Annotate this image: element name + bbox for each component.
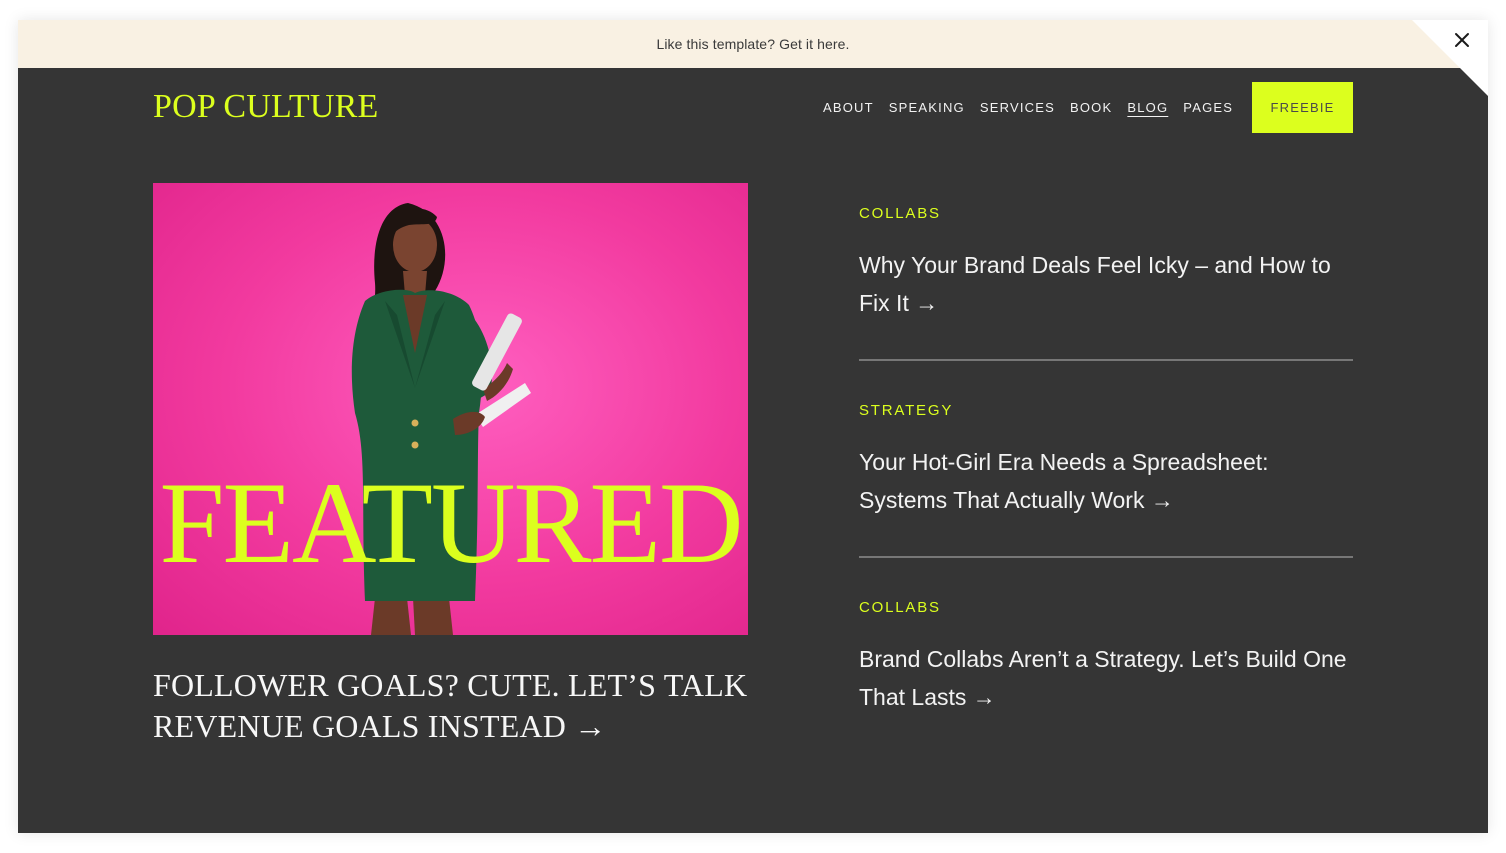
- main-nav: ABOUT SPEAKING SERVICES BOOK BLOG PAGES: [823, 100, 1233, 115]
- featured-image[interactable]: FEATURED: [153, 183, 748, 635]
- featured-overlay-word: FEATURED: [159, 459, 743, 588]
- nav-item-services[interactable]: SERVICES: [980, 100, 1055, 115]
- post-title[interactable]: Brand Collabs Aren’t a Strategy. Let’s B…: [859, 640, 1353, 716]
- freebie-button[interactable]: FREEBIE: [1252, 82, 1353, 133]
- post-category[interactable]: STRATEGY: [859, 402, 1353, 419]
- post-item: STRATEGY Your Hot-Girl Era Needs a Sprea…: [859, 402, 1353, 519]
- post-title[interactable]: Why Your Brand Deals Feel Icky – and How…: [859, 246, 1353, 322]
- post-divider: [859, 359, 1353, 361]
- nav-item-speaking[interactable]: SPEAKING: [889, 100, 965, 115]
- announcement-bar: Like this template? Get it here.: [18, 20, 1488, 68]
- post-category[interactable]: COLLABS: [859, 205, 1353, 222]
- post-divider: [859, 556, 1353, 558]
- post-title[interactable]: Your Hot-Girl Era Needs a Spreadsheet: S…: [859, 443, 1353, 519]
- post-category[interactable]: COLLABS: [859, 599, 1353, 616]
- close-icon: [1455, 33, 1469, 47]
- nav-item-about[interactable]: ABOUT: [823, 100, 874, 115]
- site-logo[interactable]: POP CULTURE: [153, 88, 378, 126]
- site-header: POP CULTURE ABOUT SPEAKING SERVICES BOOK…: [18, 68, 1488, 148]
- featured-post-title[interactable]: FOLLOWER GOALS? CUTE. LET’S TALK REVENUE…: [153, 665, 753, 747]
- site-frame: Like this template? Get it here. POP CUL…: [18, 20, 1488, 833]
- post-item: COLLABS Why Your Brand Deals Feel Icky –…: [859, 205, 1353, 322]
- nav-item-pages[interactable]: PAGES: [1183, 100, 1233, 115]
- post-item: COLLABS Brand Collabs Aren’t a Strategy.…: [859, 599, 1353, 716]
- nav-item-book[interactable]: BOOK: [1070, 100, 1112, 115]
- close-button[interactable]: [1450, 28, 1474, 52]
- announcement-link[interactable]: Like this template? Get it here.: [656, 36, 849, 52]
- nav-item-blog[interactable]: BLOG: [1127, 100, 1168, 115]
